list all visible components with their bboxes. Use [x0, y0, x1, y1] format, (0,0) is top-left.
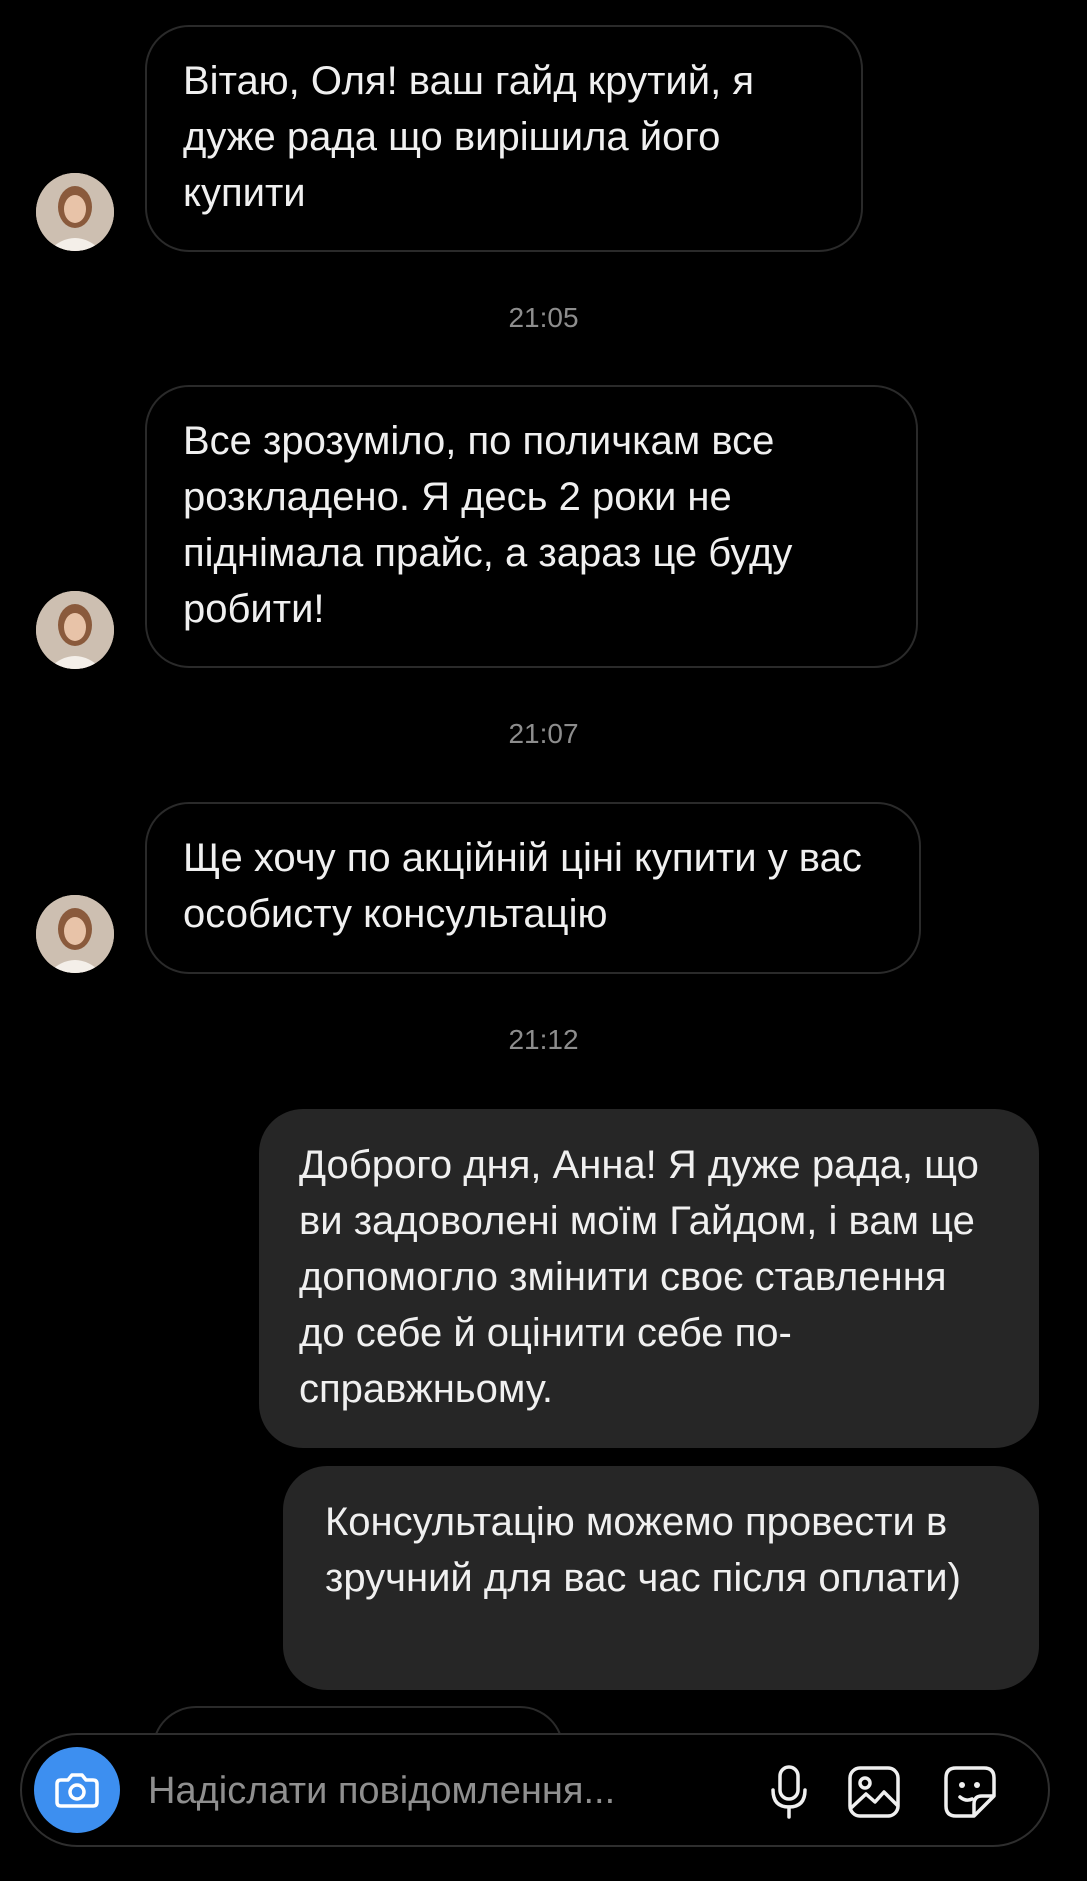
avatar-photo-icon [36, 591, 114, 669]
avatar[interactable] [36, 591, 114, 669]
message-text: Консультацію можемо провести в зручний д… [325, 1500, 961, 1600]
outgoing-message[interactable]: Доброго дня, Анна! Я дуже рада, що ви за… [259, 1109, 1039, 1448]
message-timestamp: 21:05 [508, 302, 579, 333]
incoming-message[interactable]: Вітаю, Оля! ваш гайд крутий, я дуже рада… [145, 25, 863, 252]
message-text: Вітаю, Оля! ваш гайд крутий, я дуже рада… [183, 59, 754, 215]
message-text: Доброго дня, Анна! Я дуже рада, що ви за… [299, 1143, 979, 1411]
message-composer [20, 1733, 1050, 1847]
sticker-button[interactable] [940, 1762, 1000, 1822]
message-text: Ще хочу по акційній ціні купити у вас ос… [183, 836, 862, 936]
microphone-button[interactable] [759, 1762, 819, 1822]
incoming-message[interactable]: Ще хочу по акційній ціні купити у вас ос… [145, 802, 921, 974]
gallery-button[interactable] [844, 1762, 904, 1822]
incoming-message[interactable]: Все зрозуміло, по поличкам все розкладен… [145, 385, 918, 668]
sticker-icon [944, 1766, 996, 1818]
chat-thread: Вітаю, Оля! ваш гайд крутий, я дуже рада… [0, 0, 1087, 1881]
microphone-icon [771, 1765, 807, 1819]
gallery-icon [848, 1766, 900, 1818]
message-text: Все зрозуміло, по поличкам все розкладен… [183, 419, 793, 631]
avatar-photo-icon [36, 895, 114, 973]
avatar[interactable] [36, 173, 114, 251]
avatar[interactable] [36, 895, 114, 973]
message-timestamp: 21:12 [508, 1024, 579, 1055]
message-input[interactable] [146, 1762, 650, 1820]
avatar-photo-icon [36, 173, 114, 251]
message-timestamp: 21:07 [508, 718, 579, 749]
camera-button[interactable] [34, 1747, 120, 1833]
camera-icon [55, 1773, 99, 1808]
outgoing-message[interactable]: Консультацію можемо провести в зручний д… [283, 1466, 1039, 1690]
